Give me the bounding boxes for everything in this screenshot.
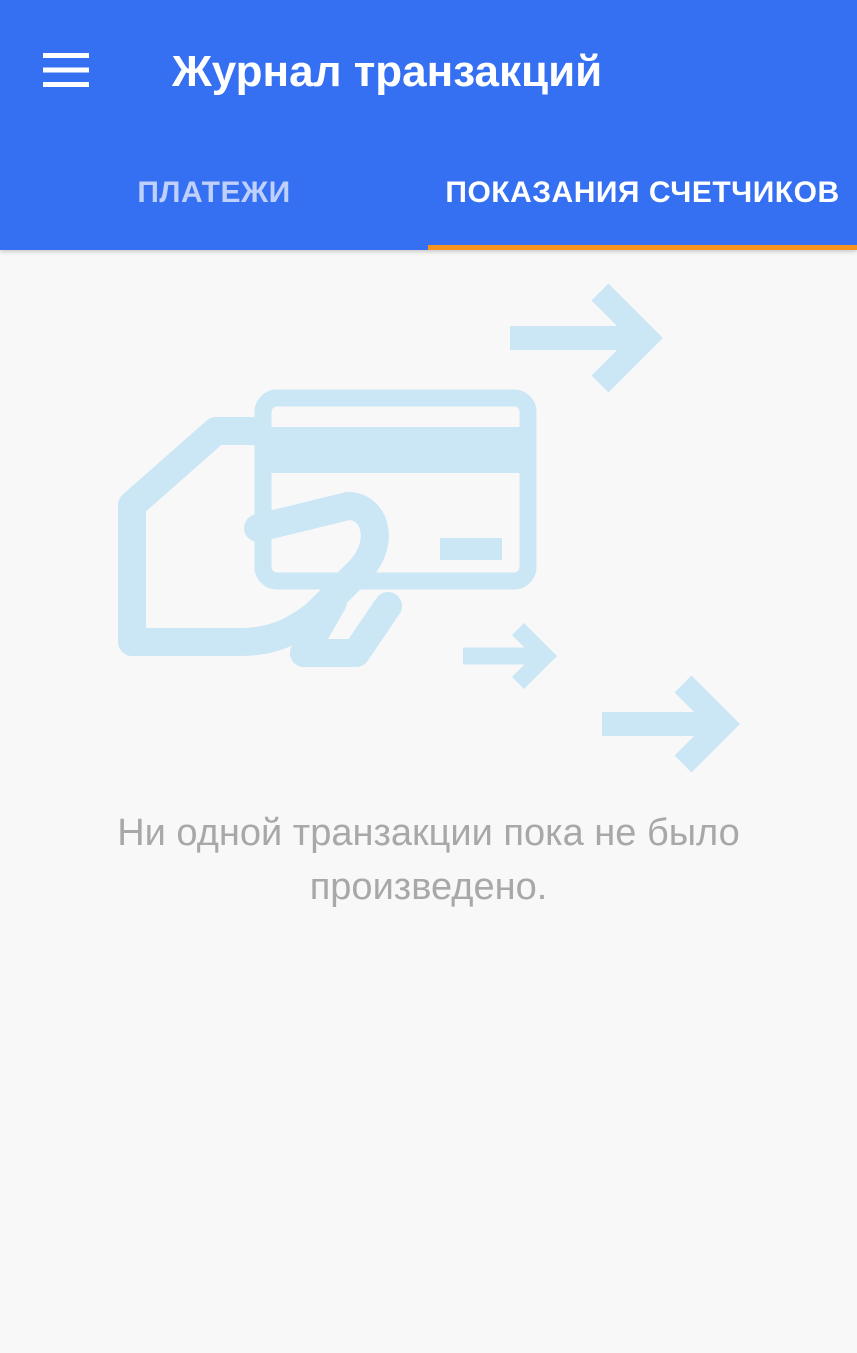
tab-bar: ПЛАТЕЖИ ПОКАЗАНИЯ СЧЕТЧИКОВ bbox=[0, 140, 857, 250]
empty-state-message: Ни одной транзакции пока не было произве… bbox=[117, 812, 740, 908]
hamburger-menu-icon bbox=[43, 53, 89, 87]
tab-meter-readings-label: ПОКАЗАНИЯ СЧЕТЧИКОВ bbox=[445, 176, 840, 209]
active-tab-indicator bbox=[428, 245, 857, 250]
tab-payments[interactable]: ПЛАТЕЖИ bbox=[0, 140, 428, 250]
tab-payments-label: ПЛАТЕЖИ bbox=[137, 176, 291, 209]
tab-meter-readings[interactable]: ПОКАЗАНИЯ СЧЕТЧИКОВ bbox=[428, 140, 857, 250]
page-title: Журнал транзакций bbox=[172, 47, 603, 96]
hand-card-payment-icon bbox=[118, 283, 740, 773]
app-bar: Журнал транзакций ПЛАТЕЖИ ПОКАЗАНИЯ СЧЕТ… bbox=[0, 0, 857, 250]
menu-button[interactable] bbox=[28, 38, 104, 102]
